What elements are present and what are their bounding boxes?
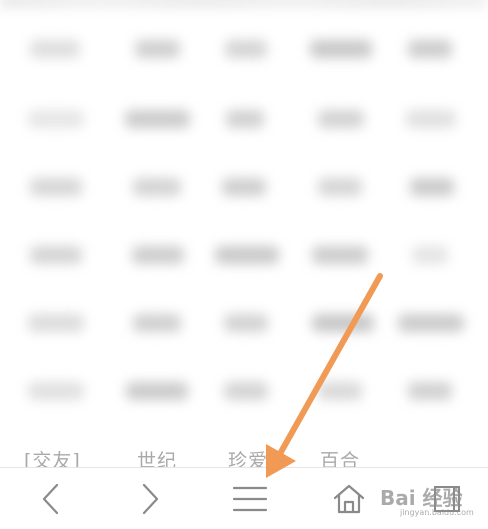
blurred-link[interactable] [408,40,452,58]
watermark-url: jingyan.baidu.com [400,508,474,517]
blurred-link[interactable] [224,314,268,332]
chevron-left-icon [42,483,58,515]
blurred-link[interactable] [132,246,184,264]
blurred-link[interactable] [412,246,448,264]
menu-button[interactable] [201,468,298,529]
blurred-link[interactable] [310,40,372,58]
blurred-link[interactable] [133,314,181,332]
blurred-link[interactable] [215,246,279,264]
blurred-top-band [0,0,488,8]
watermark-title: Bai 经验 [380,486,463,510]
blurred-link[interactable] [226,110,264,128]
blurred-link[interactable] [28,314,84,332]
browser-screen: [交友] 世纪 珍爱 百合 Bai 经验 jingyan.baidu.com [0,0,488,529]
blurred-link[interactable] [30,246,82,264]
blurred-link[interactable] [225,40,267,58]
blurred-link[interactable] [135,40,180,58]
blurred-link[interactable] [222,178,266,196]
blurred-link[interactable] [30,40,80,58]
blurred-link[interactable] [224,382,268,400]
blurred-site-grid [0,0,488,430]
blurred-link[interactable] [406,110,456,128]
blurred-link[interactable] [126,382,188,400]
blurred-link[interactable] [133,178,181,196]
baidu-jingyan-watermark: Bai 经验 jingyan.baidu.com [358,480,488,526]
blurred-link[interactable] [408,382,452,400]
forward-button[interactable] [101,468,198,529]
blurred-link[interactable] [312,246,368,264]
blurred-link[interactable] [318,382,362,400]
blurred-link[interactable] [30,178,82,196]
blurred-link[interactable] [28,382,84,400]
back-button[interactable] [2,468,99,529]
blurred-link[interactable] [28,110,84,128]
blurred-link[interactable] [318,110,364,128]
blurred-link[interactable] [318,178,362,196]
blurred-link[interactable] [410,178,454,196]
blurred-link[interactable] [312,314,374,332]
blurred-link[interactable] [125,110,190,128]
chevron-right-icon [142,483,158,515]
blurred-link[interactable] [398,314,464,332]
hamburger-menu-icon [232,486,267,512]
